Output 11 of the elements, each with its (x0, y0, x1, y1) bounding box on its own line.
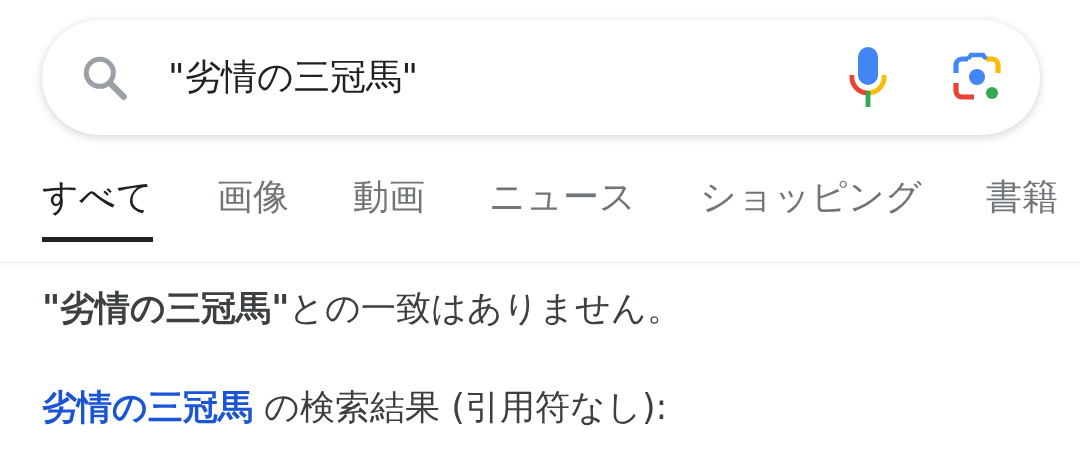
tab[interactable]: 画像 (217, 171, 289, 242)
suggestion-link[interactable]: 劣情の三冠馬 (42, 387, 253, 427)
tab[interactable]: すべて (42, 171, 153, 242)
tab[interactable]: ショッピング (700, 171, 922, 242)
tab[interactable]: 書籍 (986, 171, 1058, 242)
tab[interactable]: ニュース (489, 171, 636, 242)
microphone-icon[interactable] (848, 46, 888, 109)
no-match-message: "劣情の三冠馬"との一致はありません。 (41, 287, 684, 330)
suggestion-text: 劣情の三冠馬 の検索結果 (引用符なし): (41, 386, 669, 429)
search-field[interactable]: "劣情の三冠馬" (168, 57, 848, 98)
tab[interactable]: 動画 (353, 171, 425, 242)
